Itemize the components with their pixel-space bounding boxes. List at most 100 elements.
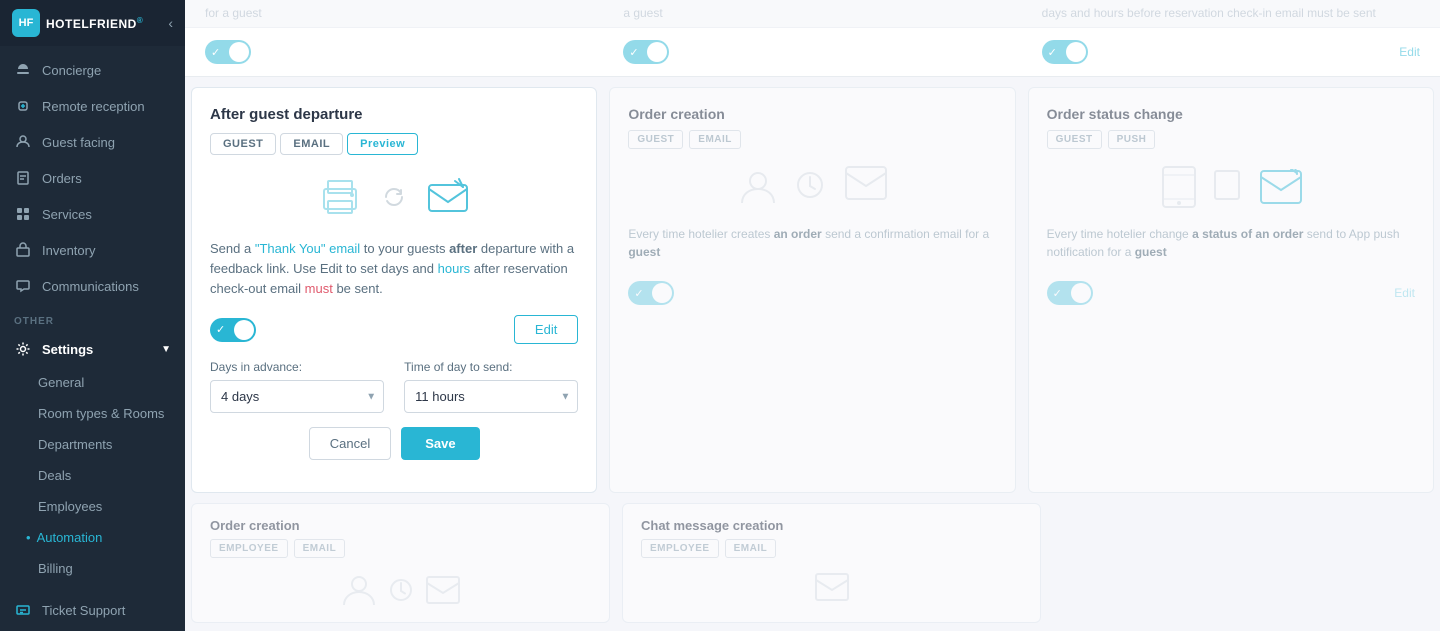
card5-title: Chat message creation — [641, 518, 1022, 533]
card2-description: Every time hotelier creates an order sen… — [628, 225, 996, 261]
tab-guest[interactable]: GUEST — [210, 133, 276, 155]
card3-description: Every time hotelier change a status of a… — [1047, 225, 1415, 261]
time-of-day-label: Time of day to send: — [404, 360, 578, 374]
card3-tags: GUEST PUSH — [1047, 130, 1415, 149]
card2-toggle[interactable]: ✓ — [628, 281, 674, 305]
toggle-check-icon: ✓ — [634, 287, 643, 300]
card2-tag-guest: GUEST — [628, 130, 683, 149]
edit-link-top[interactable]: Edit — [1399, 45, 1420, 59]
sidebar-item-orders[interactable]: Orders — [0, 160, 185, 196]
sub-nav-room-types[interactable]: Room types & Rooms — [0, 398, 185, 429]
toggle-check-icon: ✓ — [216, 323, 225, 336]
sub-nav-departments[interactable]: Departments — [0, 429, 185, 460]
toggle-top-1[interactable]: ✓ — [205, 40, 251, 64]
card4-tag-email: EMAIL — [294, 539, 346, 558]
form-row: Days in advance: 1 day 2 days 3 days 4 d… — [210, 360, 578, 413]
highlight-thank-you: "Thank You" email — [255, 241, 360, 256]
card-action-row: Cancel Save — [210, 427, 578, 460]
sidebar-item-inventory[interactable]: Inventory — [0, 232, 185, 268]
toggle-check-icon: ✓ — [1053, 287, 1062, 300]
sub-nav-label: Employees — [38, 499, 102, 514]
card2-title: Order creation — [628, 106, 996, 122]
logo-trademark: ® — [137, 16, 143, 25]
logo: HF HOTELFRIEND® — [12, 9, 143, 37]
toggle-top-cell-1: ✓ — [185, 36, 603, 68]
card3-edit-link[interactable]: Edit — [1394, 286, 1415, 300]
top-cell-1: for a guest — [185, 0, 603, 27]
sub-nav-deals[interactable]: Deals — [0, 460, 185, 491]
order-creation-employee-card: Order creation EMPLOYEE EMAIL — [191, 503, 610, 623]
card4-tag-employee: EMPLOYEE — [210, 539, 288, 558]
sidebar-item-label: Ticket Support — [42, 603, 125, 618]
card2-clock-icon — [794, 169, 830, 205]
chevron-down-icon: ▼ — [161, 344, 171, 355]
card3-device-icon — [1159, 165, 1203, 209]
card5-tag-employee: EMPLOYEE — [641, 539, 719, 558]
sidebar-item-guest-facing[interactable]: Guest facing — [0, 124, 185, 160]
card-toggle-row: ✓ Edit — [210, 315, 578, 344]
card-tabs: GUEST EMAIL Preview — [210, 133, 578, 155]
toggle-knob — [1066, 42, 1086, 62]
toggle-check-icon: ✓ — [629, 46, 638, 59]
settings-parent-item[interactable]: Settings ▼ — [0, 331, 185, 367]
card2-tags: GUEST EMAIL — [628, 130, 996, 149]
card2-toggle-row: ✓ — [628, 281, 996, 305]
card3-title: Order status change — [1047, 106, 1415, 122]
sidebar-collapse-button[interactable]: ‹ — [168, 15, 173, 31]
save-button[interactable]: Save — [401, 427, 479, 460]
card-icons-row — [210, 171, 578, 223]
days-advance-group: Days in advance: 1 day 2 days 3 days 4 d… — [210, 360, 384, 413]
guest-facing-icon — [14, 133, 32, 151]
toggle-knob — [652, 283, 672, 303]
sidebar-item-services[interactable]: Services — [0, 196, 185, 232]
card3-toggle[interactable]: ✓ — [1047, 281, 1093, 305]
order-status-change-card: Order status change GUEST PUSH — [1028, 87, 1434, 493]
bottom-spacer — [1053, 503, 1434, 623]
card2-bold2: guest — [628, 245, 660, 259]
card3-icons — [1047, 165, 1415, 209]
card4-icons — [210, 572, 591, 608]
sub-nav-billing[interactable]: Billing — [0, 553, 185, 584]
toggle-top-2[interactable]: ✓ — [623, 40, 669, 64]
sidebar-item-label: Communications — [42, 279, 139, 294]
time-of-day-select[interactable]: 1 hours 2 hours 3 hours 4 hours 5 hours … — [404, 380, 578, 413]
sidebar-item-ticket-support[interactable]: Ticket Support — [0, 592, 185, 628]
card-title: After guest departure — [210, 106, 578, 123]
tab-email[interactable]: EMAIL — [280, 133, 343, 155]
toggle-top-3[interactable]: ✓ — [1042, 40, 1088, 64]
logo-icon: HF — [12, 9, 40, 37]
communications-icon — [14, 277, 32, 295]
sub-nav-automation[interactable]: Automation — [0, 522, 185, 553]
sub-nav-label: Departments — [38, 437, 112, 452]
days-select-wrapper: 1 day 2 days 3 days 4 days 5 days 6 days… — [210, 380, 384, 413]
main-card-toggle[interactable]: ✓ — [210, 318, 256, 342]
settings-label: Settings — [42, 342, 93, 357]
sub-nav-general[interactable]: General — [0, 367, 185, 398]
days-advance-select[interactable]: 1 day 2 days 3 days 4 days 5 days 6 days… — [210, 380, 384, 413]
cards-row: After guest departure GUEST EMAIL Previe… — [185, 77, 1440, 503]
card5-tag-email: EMAIL — [725, 539, 777, 558]
sub-nav-employees[interactable]: Employees — [0, 491, 185, 522]
sidebar-item-remote-reception[interactable]: Remote reception — [0, 88, 185, 124]
sidebar-item-communications[interactable]: Communications — [0, 268, 185, 304]
card3-toggle-row: ✓ Edit — [1047, 281, 1415, 305]
remote-reception-icon — [14, 97, 32, 115]
sidebar-item-label: Orders — [42, 171, 82, 186]
time-select-wrapper: 1 hours 2 hours 3 hours 4 hours 5 hours … — [404, 380, 578, 413]
card4-title: Order creation — [210, 518, 591, 533]
edit-button[interactable]: Edit — [514, 315, 578, 344]
sidebar-item-concierge[interactable]: Concierge — [0, 52, 185, 88]
top-cell-3: days and hours before reservation check-… — [1022, 0, 1440, 27]
top-partial-row: for a guest a guest days and hours befor… — [185, 0, 1440, 28]
toggle-check-icon: ✓ — [211, 46, 220, 59]
highlight-hours: hours — [438, 261, 471, 276]
card3-bold: a status of an order — [1192, 227, 1303, 241]
tab-preview[interactable]: Preview — [347, 133, 418, 155]
card4-tags: EMPLOYEE EMAIL — [210, 539, 591, 558]
cancel-button[interactable]: Cancel — [309, 427, 391, 460]
bottom-cards-row: Order creation EMPLOYEE EMAIL Chat messa… — [185, 503, 1440, 631]
sidebar: HF HOTELFRIEND® ‹ Concierge Remote recep… — [0, 0, 185, 631]
concierge-icon — [14, 61, 32, 79]
card2-user-icon — [736, 165, 780, 209]
toggle-top-cell-2: ✓ — [603, 36, 1021, 68]
